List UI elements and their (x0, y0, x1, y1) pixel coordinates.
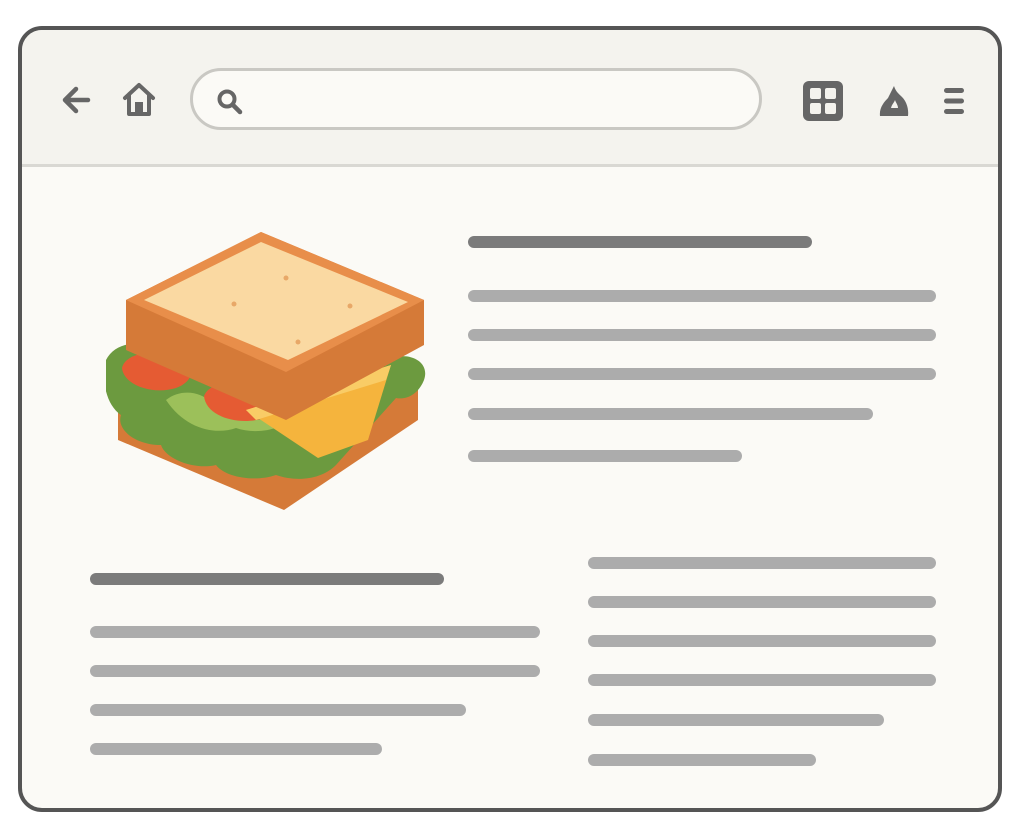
text-line-placeholder (468, 450, 742, 462)
text-line-placeholder (588, 635, 936, 647)
text-line-placeholder (468, 408, 873, 420)
text-line-placeholder (90, 665, 540, 677)
heading-placeholder (468, 236, 812, 248)
back-arrow-icon (62, 86, 91, 114)
flame-icon (879, 86, 909, 116)
menu-button[interactable] (942, 86, 966, 116)
search-icon (217, 89, 243, 115)
browser-window (18, 26, 1002, 812)
back-button[interactable] (58, 82, 94, 118)
text-line-placeholder (588, 674, 936, 686)
text-line-placeholder (588, 714, 884, 726)
text-line-placeholder (588, 754, 816, 766)
heading-placeholder (90, 573, 444, 585)
address-bar[interactable] (190, 68, 762, 130)
home-button[interactable] (120, 80, 158, 120)
text-line-placeholder (90, 743, 382, 755)
menu-icon (944, 88, 964, 114)
tabs-grid-button[interactable] (802, 80, 844, 122)
grid-icon (803, 81, 843, 121)
sandwich-icon (106, 232, 426, 510)
home-icon (123, 83, 155, 116)
search-input[interactable] (253, 83, 747, 119)
text-line-placeholder (90, 626, 540, 638)
text-line-placeholder (468, 368, 936, 380)
text-line-placeholder (90, 704, 466, 716)
text-line-placeholder (468, 290, 936, 302)
extensions-button[interactable] (876, 82, 912, 120)
text-line-placeholder (468, 329, 936, 341)
browser-toolbar (22, 30, 998, 167)
text-line-placeholder (588, 557, 936, 569)
text-line-placeholder (588, 596, 936, 608)
